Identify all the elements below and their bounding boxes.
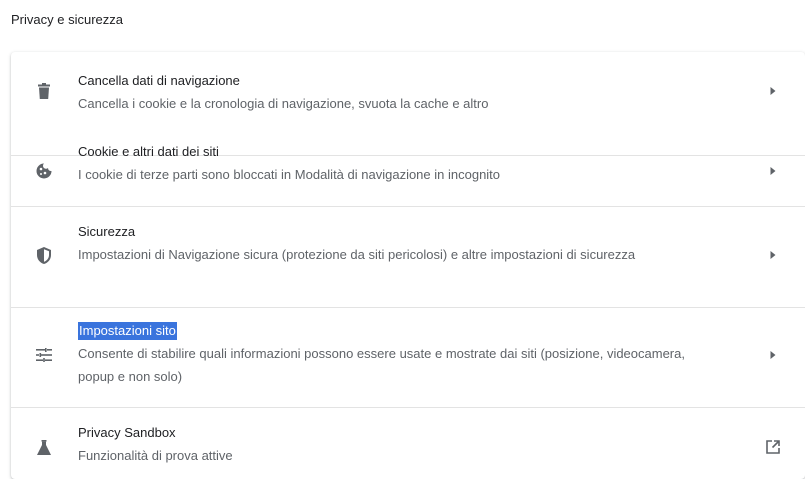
cookie-icon [35, 162, 53, 180]
row-title: Cookie e altri dati dei siti [78, 144, 219, 159]
row-subtitle: I cookie di terze parti sono bloccati in… [78, 167, 501, 182]
row-clear-browsing-data[interactable]: Cancella dati di navigazione Cancella i … [11, 52, 805, 111]
arrow-right-icon[interactable] [763, 245, 783, 265]
row-title-selected: Impostazioni sito [78, 322, 177, 340]
shield-icon [35, 246, 53, 264]
section-title: Privacy e sicurezza [11, 12, 123, 27]
row-subtitle: Funzionalità di prova attive [78, 448, 233, 463]
row-subtitle: Consente di stabilire quali informazioni… [78, 346, 685, 384]
settings-page: Privacy e sicurezza Cancella dati di nav… [0, 0, 805, 479]
flask-icon [35, 438, 53, 456]
row-security[interactable]: Sicurezza Impostazioni di Navigazione si… [11, 207, 805, 307]
arrow-right-icon[interactable] [763, 345, 783, 365]
row-subtitle: Cancella i cookie e la cronologia di nav… [78, 96, 489, 111]
row-subtitle: Impostazioni di Navigazione sicura (prot… [78, 247, 636, 262]
trash-icon [35, 82, 53, 100]
arrow-right-icon[interactable] [763, 161, 783, 181]
row-site-settings[interactable]: Impostazioni sito Consente di stabilire … [11, 308, 805, 407]
row-title: Privacy Sandbox [78, 425, 176, 440]
open-in-new-icon[interactable] [763, 437, 783, 457]
row-title: Sicurezza [78, 224, 136, 239]
row-cookies[interactable]: Cookie e altri dati dei siti I cookie di… [11, 144, 805, 206]
privacy-settings-card: Cancella dati di navigazione Cancella i … [11, 52, 805, 479]
row-privacy-sandbox[interactable]: Privacy Sandbox Funzionalità di prova at… [11, 408, 805, 479]
row-title: Cancella dati di navigazione [78, 73, 240, 88]
arrow-right-icon[interactable] [763, 81, 783, 101]
tune-icon [35, 346, 53, 364]
